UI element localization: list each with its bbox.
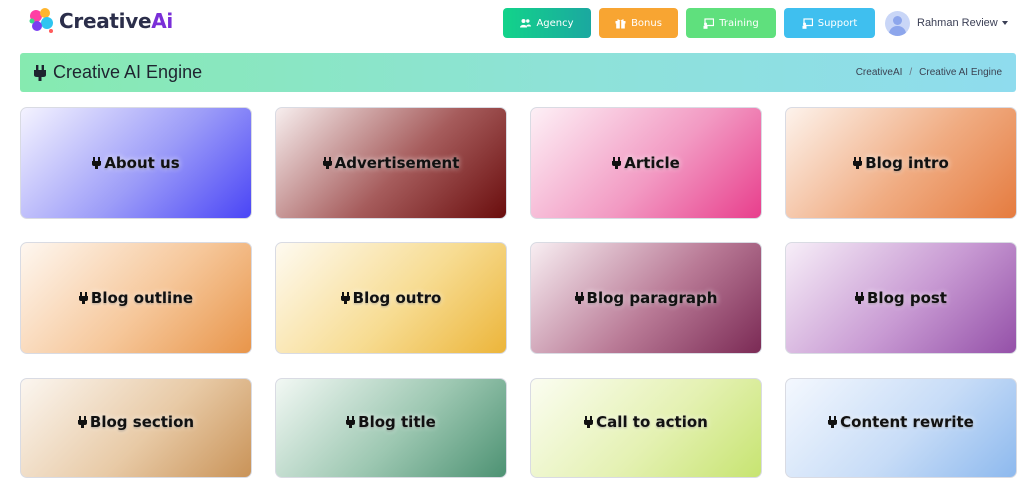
top-navbar: CreativeAi Agency Bonus Training Support… — [0, 0, 1024, 46]
agency-label: Agency — [536, 17, 574, 29]
training-button[interactable]: Training — [686, 8, 776, 38]
training-label: Training — [719, 17, 759, 29]
card-label: Content rewrite — [840, 413, 974, 431]
plug-icon — [78, 292, 88, 304]
breadcrumb-home[interactable]: CreativeAI — [856, 67, 903, 78]
gift-icon — [615, 18, 626, 29]
card-blog-outline[interactable]: Blog outline — [20, 242, 252, 354]
users-icon — [520, 18, 532, 29]
plug-icon — [77, 416, 87, 428]
card-blog-post[interactable]: Blog post — [785, 242, 1017, 354]
card-label: About us — [104, 154, 180, 172]
logo-text: CreativeAi — [59, 9, 173, 33]
chevron-down-icon — [1001, 21, 1008, 25]
card-label-wrap: About us — [92, 154, 180, 172]
card-blog-outro[interactable]: Blog outro — [275, 242, 507, 354]
breadcrumb-separator: / — [909, 67, 913, 78]
chalkboard-icon — [703, 17, 715, 29]
card-label-wrap: Content rewrite — [828, 413, 974, 431]
chalkboard-icon — [802, 17, 813, 29]
card-label: Call to action — [596, 413, 708, 431]
card-label: Blog outline — [90, 289, 194, 307]
card-label-wrap: Article — [612, 154, 680, 172]
bonus-button[interactable]: Bonus — [599, 8, 678, 38]
plug-icon — [322, 157, 332, 169]
breadcrumb: CreativeAI / Creative AI Engine — [856, 67, 1002, 78]
logo-text-main: Creative — [59, 9, 152, 33]
card-label-wrap: Blog paragraph — [574, 289, 718, 307]
card-blog-title[interactable]: Blog title — [275, 378, 507, 478]
user-name: Rahman Review — [917, 17, 998, 29]
card-label: Blog outro — [352, 289, 442, 307]
card-label: Advertisement — [334, 154, 460, 172]
card-about-us[interactable]: About us — [20, 107, 252, 219]
logo-text-accent: Ai — [151, 9, 173, 33]
app-logo[interactable]: CreativeAi — [27, 6, 173, 36]
page-title-text: Creative AI Engine — [53, 62, 203, 82]
support-label: Support — [817, 17, 858, 29]
card-label-wrap: Call to action — [584, 413, 708, 431]
avatar — [885, 10, 910, 36]
plug-icon — [34, 64, 46, 81]
card-label: Blog title — [358, 413, 436, 431]
card-label: Blog intro — [865, 154, 949, 172]
plug-icon — [828, 416, 838, 428]
card-blog-paragraph[interactable]: Blog paragraph — [530, 242, 762, 354]
card-label-wrap: Blog section — [77, 413, 195, 431]
card-label: Blog paragraph — [586, 289, 718, 307]
plug-icon — [574, 292, 584, 304]
plug-icon — [584, 416, 594, 428]
page-header-bar: Creative AI Engine CreativeAI / Creative… — [20, 53, 1016, 92]
plug-icon — [853, 157, 863, 169]
card-label-wrap: Blog outro — [340, 289, 442, 307]
support-button[interactable]: Support — [784, 8, 875, 38]
card-label-wrap: Blog outline — [78, 289, 194, 307]
plug-icon — [92, 157, 102, 169]
card-label: Blog post — [867, 289, 947, 307]
card-content-rewrite[interactable]: Content rewrite — [785, 378, 1017, 478]
plug-icon — [346, 416, 356, 428]
card-advertisement[interactable]: Advertisement — [275, 107, 507, 219]
plug-icon — [855, 292, 864, 304]
agency-button[interactable]: Agency — [503, 8, 591, 38]
card-label-wrap: Blog title — [346, 413, 436, 431]
card-label-wrap: Blog intro — [853, 154, 949, 172]
user-menu[interactable]: Rahman Review — [885, 9, 1008, 37]
breadcrumb-current: Creative AI Engine — [919, 67, 1002, 78]
card-blog-section[interactable]: Blog section — [20, 378, 252, 478]
plug-icon — [612, 157, 622, 169]
page-title: Creative AI Engine — [34, 62, 202, 83]
card-label: Blog section — [89, 413, 195, 431]
card-article[interactable]: Article — [530, 107, 762, 219]
card-label-wrap: Advertisement — [322, 154, 460, 172]
card-call-to-action[interactable]: Call to action — [530, 378, 762, 478]
logo-icon — [27, 6, 57, 36]
card-label-wrap: Blog post — [855, 289, 947, 307]
card-label: Article — [624, 154, 680, 172]
card-blog-intro[interactable]: Blog intro — [785, 107, 1017, 219]
bonus-label: Bonus — [631, 17, 662, 29]
plug-icon — [340, 292, 350, 304]
